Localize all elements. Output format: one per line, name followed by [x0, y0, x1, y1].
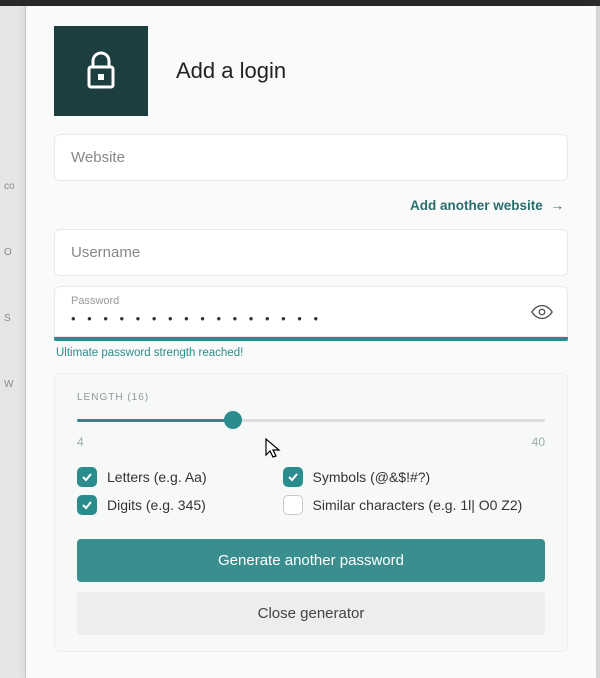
- lock-icon-tile: [54, 26, 148, 116]
- option-letters[interactable]: Letters (e.g. Aa): [77, 467, 265, 487]
- password-strength-text: Ultimate password strength reached!: [56, 347, 568, 359]
- length-slider[interactable]: [77, 411, 545, 431]
- option-similar-label: Similar characters (e.g. 1l| O0 Z2): [313, 497, 523, 513]
- check-icon: [287, 471, 299, 483]
- lock-icon: [81, 49, 121, 93]
- bg-hint: O: [4, 247, 25, 258]
- eye-icon: [531, 301, 553, 323]
- password-label: Password: [71, 295, 551, 307]
- background-sidebar: co O S W: [0, 6, 26, 678]
- check-icon: [81, 499, 93, 511]
- checkbox-symbols[interactable]: [283, 467, 303, 487]
- reveal-password-button[interactable]: [531, 301, 553, 323]
- page-title: Add a login: [176, 58, 286, 84]
- checkbox-similar[interactable]: [283, 495, 303, 515]
- length-label: LENGTH (16): [77, 392, 545, 403]
- option-similar[interactable]: Similar characters (e.g. 1l| O0 Z2): [283, 495, 546, 515]
- username-field[interactable]: Username: [54, 229, 568, 276]
- slider-limits: 4 40: [77, 435, 545, 449]
- website-label: Website: [71, 149, 551, 166]
- option-letters-label: Letters (e.g. Aa): [107, 469, 207, 485]
- bg-hint: S: [4, 313, 25, 324]
- panel-header: Add a login: [54, 6, 568, 134]
- bg-hint: W: [4, 379, 25, 390]
- arrow-right-icon: →: [551, 198, 565, 213]
- close-generator-button[interactable]: Close generator: [77, 592, 545, 635]
- add-login-panel: Add a login Website Add another website …: [26, 6, 596, 678]
- add-another-website-link[interactable]: Add another website →: [410, 198, 564, 213]
- password-field[interactable]: Password • • • • • • • • • • • • • • • •: [54, 286, 568, 337]
- username-label: Username: [71, 244, 551, 261]
- password-strength-bar: [54, 337, 568, 341]
- generator-options: Letters (e.g. Aa) Symbols (@&$!#?) Digit…: [77, 467, 545, 515]
- option-digits[interactable]: Digits (e.g. 345): [77, 495, 265, 515]
- check-icon: [81, 471, 93, 483]
- website-field[interactable]: Website: [54, 134, 568, 181]
- bg-hint: co: [4, 181, 25, 192]
- generate-password-button[interactable]: Generate another password: [77, 539, 545, 582]
- slider-thumb[interactable]: [224, 411, 242, 429]
- option-symbols-label: Symbols (@&$!#?): [313, 469, 431, 485]
- slider-max: 40: [532, 435, 545, 449]
- option-digits-label: Digits (e.g. 345): [107, 497, 206, 513]
- slider-track-fill: [77, 419, 233, 422]
- checkbox-letters[interactable]: [77, 467, 97, 487]
- password-generator: LENGTH (16) 4 40 Letters (e.g. Aa): [54, 373, 568, 652]
- checkbox-digits[interactable]: [77, 495, 97, 515]
- add-another-website-label: Add another website: [410, 198, 543, 213]
- option-symbols[interactable]: Symbols (@&$!#?): [283, 467, 546, 487]
- password-masked-value: • • • • • • • • • • • • • • • •: [71, 311, 551, 326]
- slider-min: 4: [77, 435, 84, 449]
